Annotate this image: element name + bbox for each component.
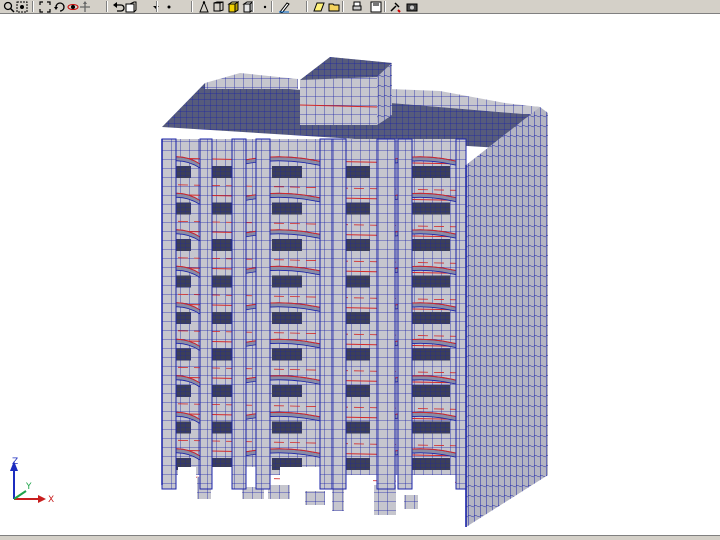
window-band bbox=[410, 275, 450, 288]
tools-icon bbox=[389, 1, 401, 13]
zoom-window-button[interactable] bbox=[15, 0, 28, 13]
window-band bbox=[346, 312, 370, 324]
window-band bbox=[410, 421, 450, 434]
axis-triad: Z Y X bbox=[10, 457, 54, 505]
toolbar-separator bbox=[306, 1, 308, 12]
view-direction-button[interactable] bbox=[124, 0, 137, 13]
window-band bbox=[272, 421, 302, 434]
grid-snap-icon bbox=[263, 5, 266, 8]
pan-icon bbox=[79, 0, 90, 12]
print-button[interactable] bbox=[350, 0, 363, 13]
window-band bbox=[410, 458, 450, 470]
wireframe-button[interactable] bbox=[211, 0, 224, 13]
window-band bbox=[272, 202, 302, 215]
rotate-view-icon bbox=[53, 1, 65, 12]
plane-button[interactable] bbox=[312, 0, 325, 13]
grid-snap-button[interactable] bbox=[258, 0, 271, 13]
window-band bbox=[346, 239, 370, 251]
toolbar-separator bbox=[156, 1, 158, 12]
window-band bbox=[410, 312, 450, 324]
toolbar-separator bbox=[384, 1, 386, 12]
status-bar bbox=[0, 535, 720, 540]
open-folder-icon bbox=[328, 3, 339, 11]
window-band bbox=[346, 202, 370, 215]
zoom-icon bbox=[3, 1, 15, 13]
screen-capture-button[interactable] bbox=[405, 0, 418, 13]
axis-y-label: Y bbox=[25, 482, 32, 492]
zoom-extents-button[interactable] bbox=[38, 0, 51, 13]
pen-draw-button[interactable] bbox=[277, 0, 290, 13]
facade-pier bbox=[397, 138, 413, 490]
window-band bbox=[410, 348, 450, 361]
toolbar bbox=[0, 0, 720, 14]
roof bbox=[162, 57, 540, 148]
building-3d-model[interactable]: Z Y X bbox=[0, 15, 720, 535]
axis-z-label: Z bbox=[12, 457, 18, 467]
undo-view-icon bbox=[112, 1, 125, 12]
toolbar-separator bbox=[191, 1, 193, 12]
facade-pier bbox=[376, 138, 396, 490]
facade-pier bbox=[455, 138, 467, 490]
toolbar-separator bbox=[271, 1, 273, 12]
facade-pier bbox=[319, 138, 333, 490]
window-band bbox=[410, 202, 450, 215]
facade-pier bbox=[199, 138, 213, 490]
point-button[interactable] bbox=[162, 0, 175, 13]
pen-draw-icon bbox=[278, 1, 290, 13]
window-band bbox=[346, 385, 370, 397]
side-wall bbox=[465, 107, 548, 527]
node-select-icon bbox=[198, 0, 209, 12]
pan-button[interactable] bbox=[78, 0, 91, 13]
node-select-button[interactable] bbox=[197, 0, 210, 13]
facade-pier bbox=[161, 138, 177, 490]
screen-capture-icon bbox=[406, 3, 417, 11]
toolbar-separator bbox=[342, 1, 344, 12]
window-band bbox=[410, 166, 450, 178]
window-band bbox=[272, 348, 302, 361]
facade-pier bbox=[231, 138, 247, 490]
window-band bbox=[272, 239, 302, 251]
window-band bbox=[272, 275, 302, 288]
point-icon bbox=[167, 5, 170, 8]
open-folder-button[interactable] bbox=[327, 0, 340, 13]
rotate-view-button[interactable] bbox=[53, 0, 66, 13]
window-band bbox=[346, 458, 370, 470]
zoom-button[interactable] bbox=[2, 0, 15, 13]
orbit-icon bbox=[67, 3, 78, 10]
axis-x-label: X bbox=[48, 495, 54, 505]
toolbar-separator bbox=[252, 1, 254, 12]
save-disk-icon bbox=[370, 1, 381, 12]
window-band bbox=[272, 166, 302, 178]
window-band bbox=[410, 385, 450, 397]
zoom-extents-icon bbox=[38, 0, 51, 13]
window-band bbox=[346, 166, 370, 178]
save-disk-button[interactable] bbox=[369, 0, 382, 13]
plane-icon bbox=[312, 2, 325, 11]
model-viewport[interactable]: Z Y X bbox=[0, 15, 720, 535]
solid-box-button[interactable] bbox=[226, 0, 239, 13]
zoom-window-icon bbox=[16, 1, 27, 12]
toolbar-separator bbox=[32, 1, 34, 12]
toolbar-separator bbox=[106, 1, 108, 12]
window-band bbox=[346, 348, 370, 361]
print-icon bbox=[352, 1, 361, 10]
facade-pier bbox=[255, 138, 271, 490]
tools-button[interactable] bbox=[388, 0, 401, 13]
solid-box-icon bbox=[226, 0, 239, 13]
window-band bbox=[346, 421, 370, 434]
window-band bbox=[346, 275, 370, 288]
view-direction-icon bbox=[125, 1, 136, 12]
window-band bbox=[410, 239, 450, 251]
window-band bbox=[272, 312, 302, 324]
wireframe-icon bbox=[213, 1, 223, 11]
facade-pier bbox=[331, 138, 347, 490]
window-band bbox=[272, 385, 302, 397]
